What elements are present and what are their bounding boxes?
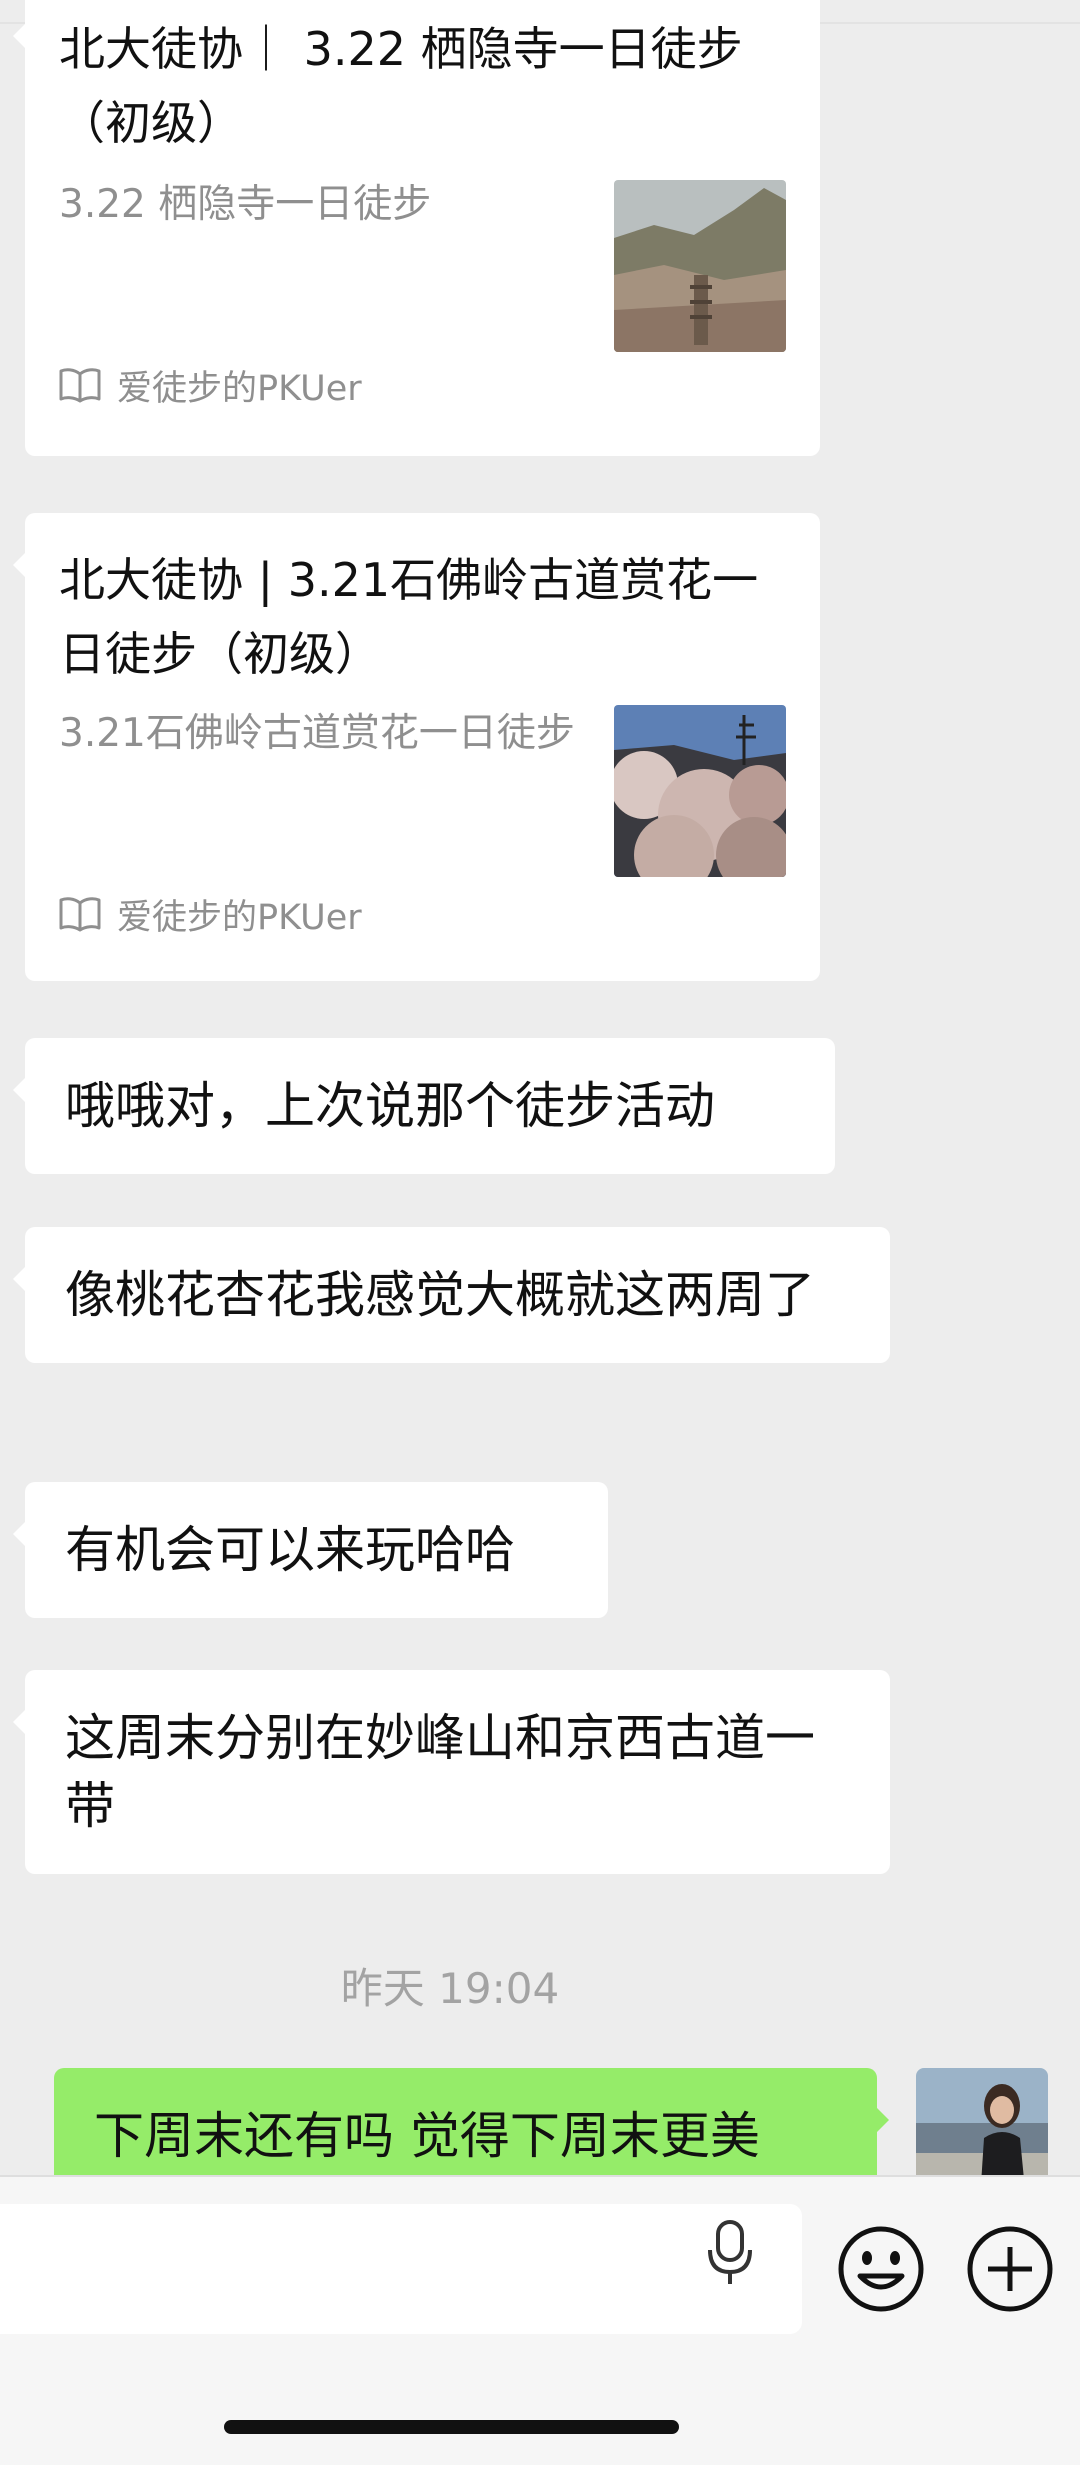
message-bubble-self[interactable]: 下周末还有吗 觉得下周末更美 [54,2068,889,2175]
plus-icon[interactable] [965,2224,1055,2314]
mic-icon[interactable] [700,2214,760,2294]
message-bubble[interactable]: 哦哦对，上次说那个徒步活动 [13,1038,835,1174]
article-thumbnail [614,180,786,352]
emoji-icon[interactable] [836,2224,926,2314]
article-title: 北大徒协｜ 3.22 栖隐寺一日徒步（初级） [59,22,743,150]
message-input[interactable] [0,2204,802,2334]
article-card[interactable]: 北大徒协｜ 3.22 栖隐寺一日徒步（初级） 3.22 栖隐寺一日徒步 爱徒步的… [13,0,820,456]
article-source-label: 爱徒步的PKUer [117,368,362,409]
article-title: 北大徒协 | 3.21石佛岭古道赏花一日徒步（初级） [59,553,759,681]
message-bubble[interactable]: 像桃花杏花我感觉大概就这两周了 [13,1227,890,1363]
avatar[interactable] [916,2068,1048,2175]
article-source-label: 爱徒步的PKUer [117,897,362,938]
article-source: 爱徒步的PKUer [59,889,362,939]
article-description: 3.22 栖隐寺一日徒步 [59,182,432,227]
book-icon [59,368,101,403]
article-thumbnail [614,705,786,877]
home-indicator [224,2420,679,2434]
message-timestamp: 昨天 19:04 [340,1964,560,2013]
book-icon [59,897,101,932]
article-source: 爱徒步的PKUer [59,360,362,410]
article-card[interactable]: 北大徒协 | 3.21石佛岭古道赏花一日徒步（初级） 3.21石佛岭古道赏花一日… [13,513,820,981]
chat-area[interactable]: 北大徒协｜ 3.22 栖隐寺一日徒步（初级） 3.22 栖隐寺一日徒步 爱徒步的… [0,0,1080,2175]
message-bubble[interactable]: 这周末分别在妙峰山和京西古道一带 [13,1670,890,1874]
message-bubble[interactable]: 有机会可以来玩哈哈 [13,1482,608,1618]
article-description: 3.21石佛岭古道赏花一日徒步 [59,711,575,756]
